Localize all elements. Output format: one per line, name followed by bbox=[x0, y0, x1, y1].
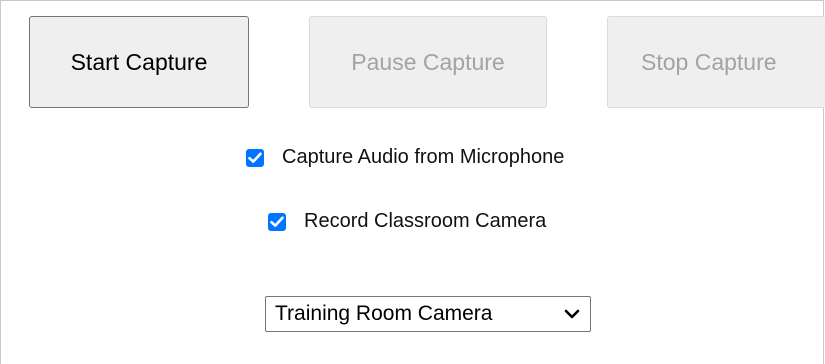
audio-option-label: Capture Audio from Microphone bbox=[282, 146, 565, 168]
start-capture-button[interactable]: Start Capture bbox=[29, 16, 249, 108]
audio-checkbox[interactable] bbox=[246, 148, 264, 167]
camera-select[interactable]: Training Room Camera bbox=[265, 296, 591, 332]
chevron-down-icon bbox=[564, 309, 580, 319]
camera-option-label: Record Classroom Camera bbox=[304, 210, 547, 232]
check-icon bbox=[248, 152, 262, 163]
camera-checkbox[interactable] bbox=[268, 212, 286, 231]
camera-select-value: Training Room Camera bbox=[275, 302, 493, 325]
pause-capture-button[interactable]: Pause Capture bbox=[309, 16, 547, 108]
stop-capture-button[interactable]: Stop Capture bbox=[607, 16, 825, 108]
audio-option-row[interactable]: Capture Audio from Microphone bbox=[246, 146, 564, 169]
capture-panel: Start Capture Pause Capture Stop Capture… bbox=[0, 0, 825, 364]
check-icon bbox=[270, 216, 284, 227]
camera-option-row[interactable]: Record Classroom Camera bbox=[268, 210, 546, 233]
